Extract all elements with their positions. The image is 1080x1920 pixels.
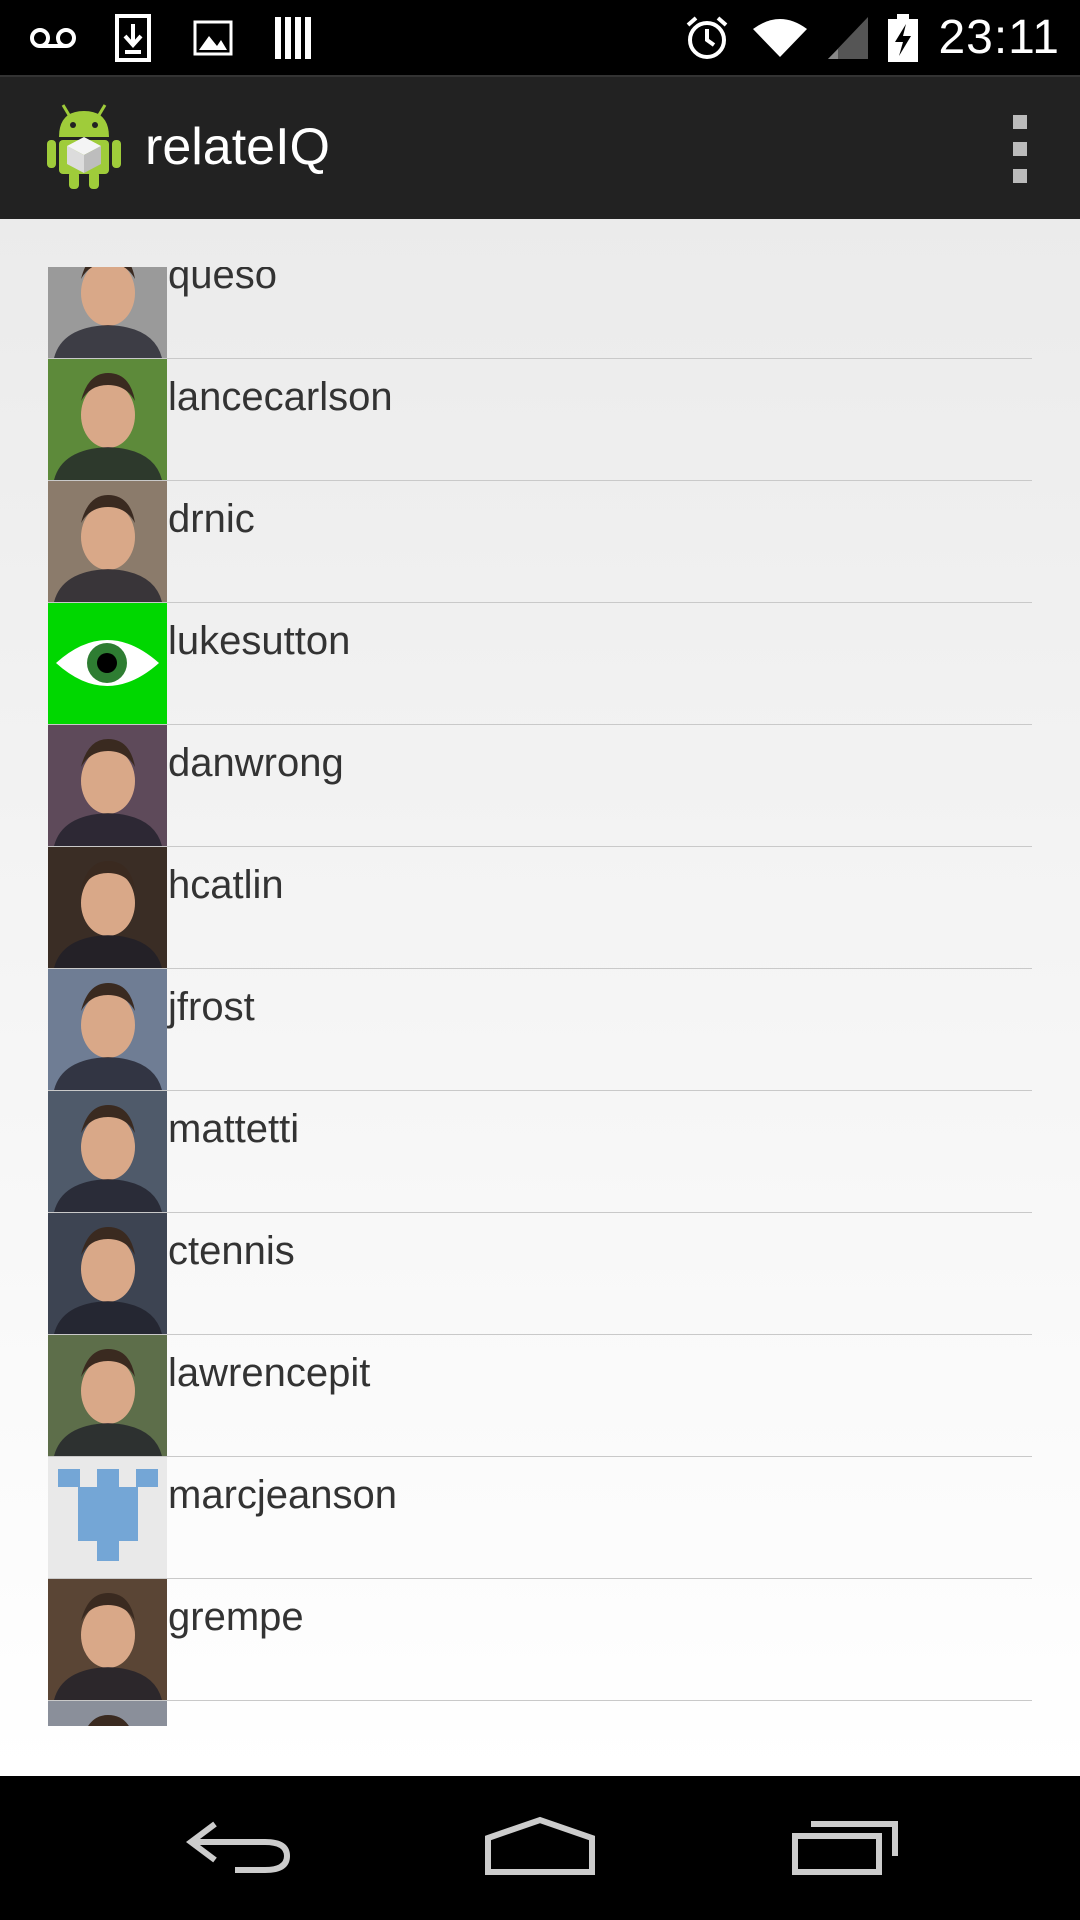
wifi-icon: [750, 13, 810, 63]
contact-row[interactable]: grempe: [48, 1579, 1032, 1701]
contact-row[interactable]: lukesutton: [48, 603, 1032, 725]
contact-avatar: [48, 267, 167, 358]
contact-row[interactable]: peters: [48, 1701, 1032, 1726]
contact-name: lukesutton: [168, 619, 351, 663]
status-bar: 23:11: [0, 0, 1080, 75]
contact-name: marcjeanson: [168, 1473, 398, 1517]
contact-avatar: [48, 359, 167, 480]
contact-list-container[interactable]: queso lancecarlson drnic lukesutton danwrong…: [0, 219, 1080, 1776]
contact-row[interactable]: lawrencepit: [48, 1335, 1032, 1457]
contact-avatar: [48, 725, 167, 846]
recents-icon[interactable]: [780, 1806, 910, 1886]
image-icon: [188, 13, 238, 63]
contact-row[interactable]: hcatlin: [48, 847, 1032, 969]
contact-avatar: [48, 1579, 167, 1700]
contact-name: grempe: [168, 1595, 304, 1639]
contact-avatar: [48, 847, 167, 968]
contact-avatar: [48, 481, 167, 602]
action-bar: relateIQ: [0, 75, 1080, 221]
contact-row[interactable]: danwrong: [48, 725, 1032, 847]
contact-avatar: [48, 1213, 167, 1334]
contact-avatar: [48, 969, 167, 1090]
back-icon[interactable]: [175, 1806, 305, 1886]
android-app-icon[interactable]: [45, 103, 123, 191]
contact-name: drnic: [168, 497, 255, 541]
contact-name: peters: [168, 1715, 279, 1726]
contact-row[interactable]: ctennis: [48, 1213, 1032, 1335]
contact-row[interactable]: marcjeanson: [48, 1457, 1032, 1579]
battery-charging-icon: [886, 13, 920, 63]
status-clock: 23:11: [938, 11, 1060, 64]
alarm-icon: [682, 13, 732, 63]
barcode-icon: [268, 13, 318, 63]
contact-name: mattetti: [168, 1107, 300, 1151]
navigation-bar: [0, 1776, 1080, 1920]
contact-name: jfrost: [168, 985, 255, 1029]
contact-avatar: [48, 1091, 167, 1212]
app-title: relateIQ: [145, 118, 330, 176]
contact-name: ctennis: [168, 1229, 295, 1273]
contact-row[interactable]: jfrost: [48, 969, 1032, 1091]
contact-name: hcatlin: [168, 863, 284, 907]
overflow-menu-icon[interactable]: [1000, 115, 1040, 183]
contact-name: lancecarlson: [168, 375, 393, 419]
contact-list[interactable]: queso lancecarlson drnic lukesutton danwrong…: [48, 267, 1032, 1726]
contact-avatar: [48, 1335, 167, 1456]
home-icon[interactable]: [475, 1806, 605, 1886]
contact-row[interactable]: mattetti: [48, 1091, 1032, 1213]
contact-name: queso: [168, 267, 277, 297]
contact-row[interactable]: queso: [48, 267, 1032, 359]
download-icon: [108, 13, 158, 63]
contact-avatar: [48, 1701, 167, 1726]
signal-icon: [828, 13, 869, 63]
contact-row[interactable]: drnic: [48, 481, 1032, 603]
contact-name: danwrong: [168, 741, 344, 785]
contact-avatar: [48, 1457, 167, 1578]
contact-row[interactable]: lancecarlson: [48, 359, 1032, 481]
voicemail-icon: [28, 13, 78, 63]
contact-name: lawrencepit: [168, 1351, 371, 1395]
contact-avatar: [48, 603, 167, 724]
